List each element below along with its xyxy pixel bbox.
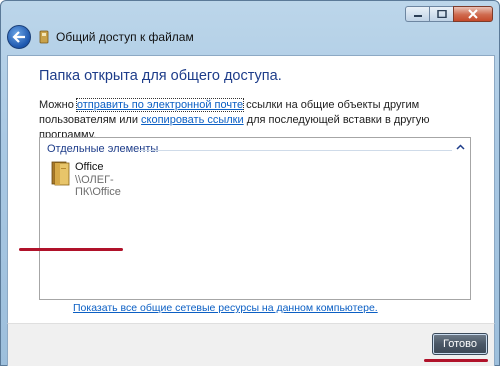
copy-links-link[interactable]: скопировать ссылки bbox=[141, 114, 244, 126]
share-wizard-icon bbox=[39, 30, 49, 44]
shared-items-panel: Отдельные элементы Office \\ОЛЕГ-ПК\Offi… bbox=[39, 137, 471, 300]
done-button[interactable]: Готово bbox=[432, 333, 488, 355]
maximize-icon[interactable] bbox=[429, 6, 453, 22]
email-link[interactable]: отправить по электронной почте bbox=[75, 98, 245, 112]
item-name: Office bbox=[75, 161, 104, 173]
window-title: Общий доступ к файлам bbox=[56, 30, 194, 44]
content-area: Папка открыта для общего доступа. Можно … bbox=[7, 55, 495, 323]
folder-icon bbox=[51, 161, 70, 186]
back-arrow-icon bbox=[12, 31, 25, 43]
back-button[interactable] bbox=[7, 25, 31, 49]
navigation-bar: Общий доступ к файлам bbox=[7, 25, 194, 49]
item-path: \\ОЛЕГ-ПК\Office bbox=[75, 174, 121, 198]
desc-prefix: Можно bbox=[39, 99, 77, 111]
minimize-icon[interactable] bbox=[405, 6, 429, 22]
list-item[interactable]: Office \\ОЛЕГ-ПК\Office bbox=[45, 160, 155, 198]
group-divider bbox=[138, 150, 452, 151]
close-icon[interactable] bbox=[453, 6, 493, 22]
group-title: Отдельные элементы bbox=[47, 143, 159, 155]
dialog-window: Общий доступ к файлам Папка открыта для … bbox=[0, 0, 500, 366]
chevron-up-icon[interactable] bbox=[456, 143, 465, 152]
title-bar-buttons bbox=[405, 6, 493, 22]
done-highlight-underline bbox=[424, 359, 488, 362]
page-heading: Папка открыта для общего доступа. bbox=[39, 68, 282, 84]
footer-bar: Готово bbox=[7, 323, 495, 366]
highlight-underline bbox=[19, 248, 123, 251]
show-all-shares-link[interactable]: Показать все общие сетевые ресурсы на да… bbox=[73, 302, 378, 314]
